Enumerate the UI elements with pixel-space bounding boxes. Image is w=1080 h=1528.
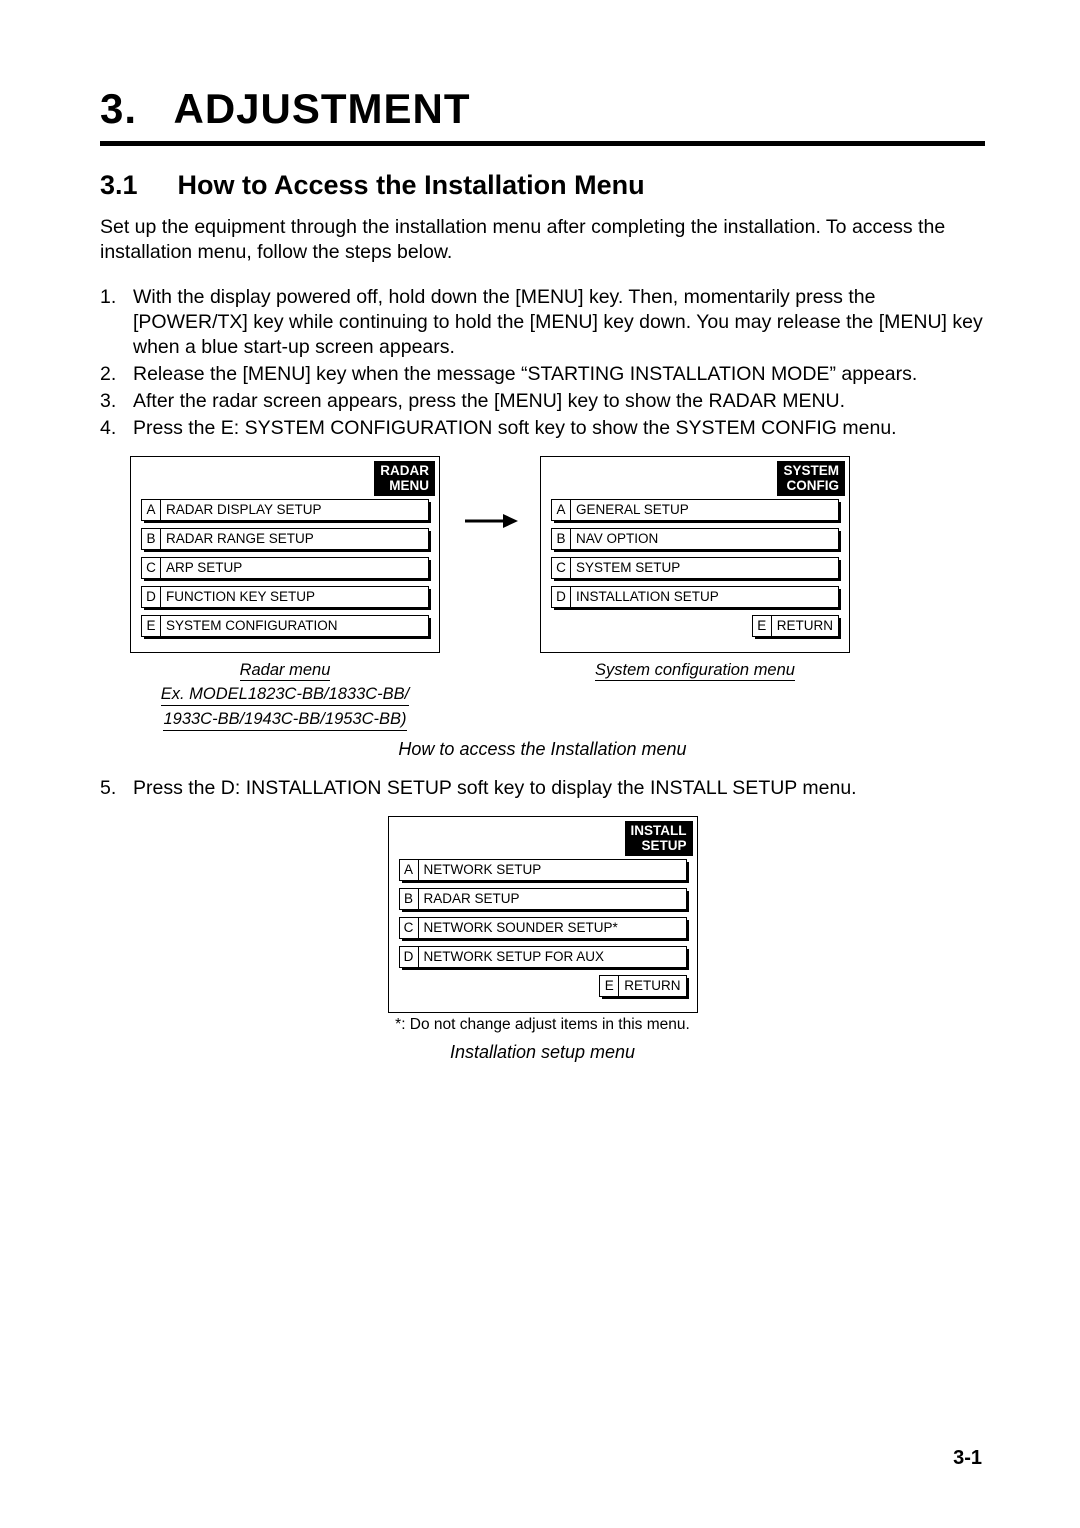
- section-number: 3.1: [100, 170, 170, 201]
- radar-menu-item-d: DFUNCTION KEY SETUP: [141, 586, 429, 608]
- figure-1-caption: How to access the Installation menu: [100, 739, 985, 760]
- radar-menu-caption-block: Radar menu Ex. MODEL1823C-BB/1833C-BB/ 1…: [130, 657, 440, 731]
- install-return: ERETURN: [399, 975, 687, 997]
- system-config-caption: System configuration menu: [595, 661, 795, 682]
- chapter-name: ADJUSTMENT: [173, 85, 470, 132]
- install-setup-panel: INSTALL SETUP ANETWORK SETUP BRADAR SETU…: [388, 816, 698, 1013]
- menus-row: RADAR MENU ARADAR DISPLAY SETUP BRADAR R…: [130, 456, 985, 731]
- syscfg-item-a: AGENERAL SETUP: [551, 499, 839, 521]
- system-config-column: SYSTEM CONFIG AGENERAL SETUP BNAV OPTION…: [540, 456, 850, 682]
- system-config-title: SYSTEM CONFIG: [777, 461, 845, 496]
- radar-menu-item-a: ARADAR DISPLAY SETUP: [141, 499, 429, 521]
- system-config-panel: SYSTEM CONFIG AGENERAL SETUP BNAV OPTION…: [540, 456, 850, 653]
- arrow-between-menus: [440, 456, 540, 531]
- radar-menu-title: RADAR MENU: [374, 461, 435, 496]
- steps-list: 1.With the display powered off, hold dow…: [100, 285, 985, 441]
- radar-menu-item-c: CARP SETUP: [141, 557, 429, 579]
- install-item-d: DNETWORK SETUP FOR AUX: [399, 946, 687, 968]
- step-5: 5.Press the D: INSTALLATION SETUP soft k…: [100, 776, 985, 801]
- install-item-c: CNETWORK SOUNDER SETUP*: [399, 917, 687, 939]
- step-3: 3.After the radar screen appears, press …: [100, 389, 985, 414]
- radar-menu-caption-3: 1933C-BB/1943C-BB/1953C-BB): [163, 710, 406, 731]
- install-setup-title: INSTALL SETUP: [625, 821, 693, 856]
- right-arrow-icon: [463, 511, 518, 531]
- radar-menu-caption-2: Ex. MODEL1823C-BB/1833C-BB/: [161, 685, 410, 706]
- section-heading: 3.1 How to Access the Installation Menu: [100, 170, 985, 201]
- system-config-caption-block: System configuration menu: [540, 657, 850, 682]
- step-4: 4.Press the E: SYSTEM CONFIGURATION soft…: [100, 416, 985, 441]
- radar-menu-caption-1: Radar menu: [240, 661, 331, 682]
- install-setup-wrap: INSTALL SETUP ANETWORK SETUP BRADAR SETU…: [100, 816, 985, 1013]
- chapter-title: 3. ADJUSTMENT: [100, 85, 985, 133]
- section-title: How to Access the Installation Menu: [178, 170, 645, 200]
- chapter-rule: [100, 141, 985, 146]
- page-number: 3-1: [953, 1447, 982, 1470]
- install-item-b: BRADAR SETUP: [399, 888, 687, 910]
- radar-menu-item-e: ESYSTEM CONFIGURATION: [141, 615, 429, 637]
- intro-paragraph: Set up the equipment through the install…: [100, 215, 985, 265]
- syscfg-item-d: DINSTALLATION SETUP: [551, 586, 839, 608]
- step-2: 2.Release the [MENU] key when the messag…: [100, 362, 985, 387]
- chapter-number: 3.: [100, 85, 137, 132]
- syscfg-return: ERETURN: [551, 615, 839, 637]
- syscfg-item-b: BNAV OPTION: [551, 528, 839, 550]
- radar-menu-item-b: BRADAR RANGE SETUP: [141, 528, 429, 550]
- steps-list-2: 5.Press the D: INSTALLATION SETUP soft k…: [100, 776, 985, 801]
- step-1: 1.With the display powered off, hold dow…: [100, 285, 985, 360]
- radar-menu-panel: RADAR MENU ARADAR DISPLAY SETUP BRADAR R…: [130, 456, 440, 653]
- figure-2-caption: Installation setup menu: [100, 1042, 985, 1063]
- syscfg-item-c: CSYSTEM SETUP: [551, 557, 839, 579]
- footnote: *: Do not change adjust items in this me…: [100, 1016, 985, 1034]
- radar-menu-column: RADAR MENU ARADAR DISPLAY SETUP BRADAR R…: [130, 456, 440, 731]
- install-item-a: ANETWORK SETUP: [399, 859, 687, 881]
